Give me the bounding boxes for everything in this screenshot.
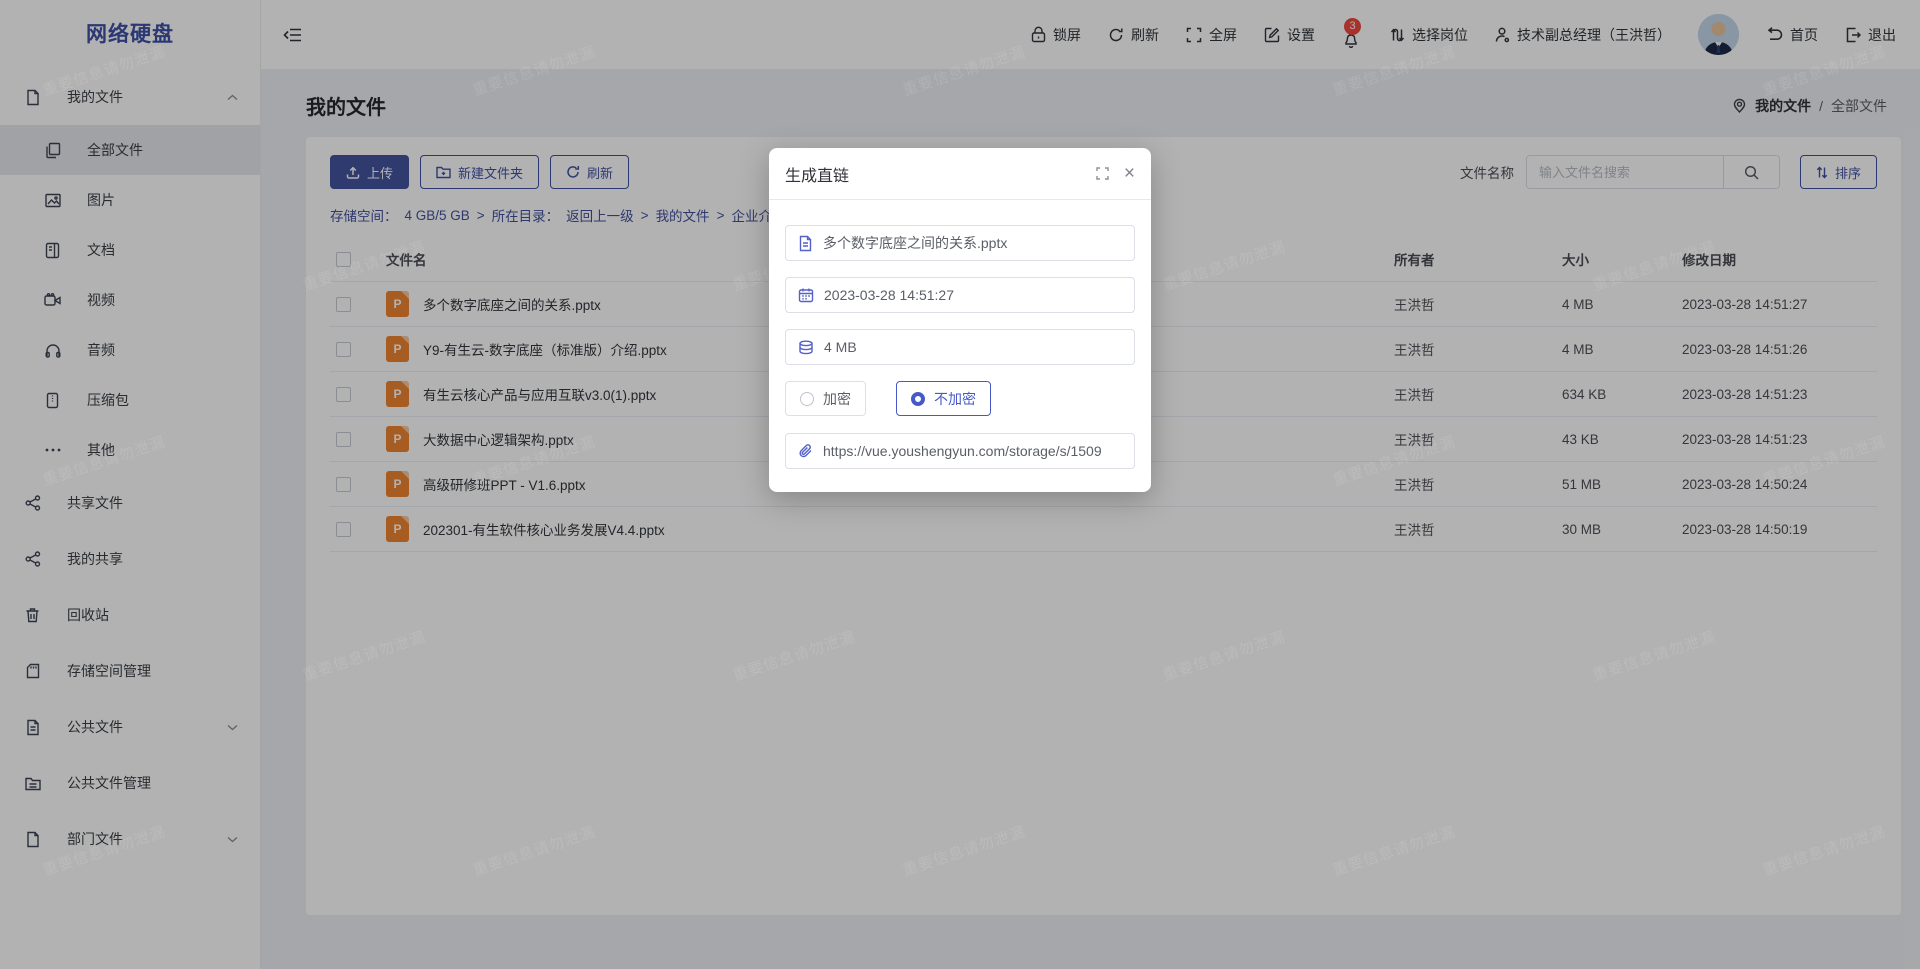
document-icon [798, 235, 813, 252]
dialog-body: 多个数字底座之间的关系.pptx 2023-03-28 14:51:27 4 M… [769, 200, 1151, 469]
file-name-field: 多个数字底座之间的关系.pptx [785, 225, 1135, 261]
size-value: 4 MB [824, 339, 857, 355]
size-field: 4 MB [785, 329, 1135, 365]
close-icon[interactable]: × [1124, 164, 1135, 183]
no-encrypt-label: 不加密 [934, 389, 976, 409]
paperclip-icon [798, 443, 813, 459]
maximize-icon[interactable] [1096, 167, 1109, 180]
database-icon [798, 340, 814, 355]
calendar-icon [798, 287, 814, 303]
date-field: 2023-03-28 14:51:27 [785, 277, 1135, 313]
dialog-header: 生成直链 × [769, 148, 1151, 200]
encryption-options: 加密 不加密 [785, 381, 1135, 416]
no-encrypt-radio[interactable]: 不加密 [896, 381, 991, 416]
file-name-value: 多个数字底座之间的关系.pptx [823, 233, 1007, 253]
encrypt-radio[interactable]: 加密 [785, 381, 866, 416]
link-value: https://vue.youshengyun.com/storage/s/15… [823, 443, 1102, 459]
generate-link-dialog: 生成直链 × 多个数字底座之间的关系.pptx 2023-03-28 14:51… [769, 148, 1151, 492]
link-field[interactable]: https://vue.youshengyun.com/storage/s/15… [785, 433, 1135, 469]
dialog-tools: × [1096, 164, 1135, 183]
radio-icon [800, 392, 814, 406]
encrypt-label: 加密 [823, 389, 851, 409]
radio-icon [911, 392, 925, 406]
app-root: 网络硬盘 我的文件 全部文件 图片 文档 [0, 0, 1920, 969]
dialog-title: 生成直链 [785, 162, 849, 186]
date-value: 2023-03-28 14:51:27 [824, 287, 954, 303]
